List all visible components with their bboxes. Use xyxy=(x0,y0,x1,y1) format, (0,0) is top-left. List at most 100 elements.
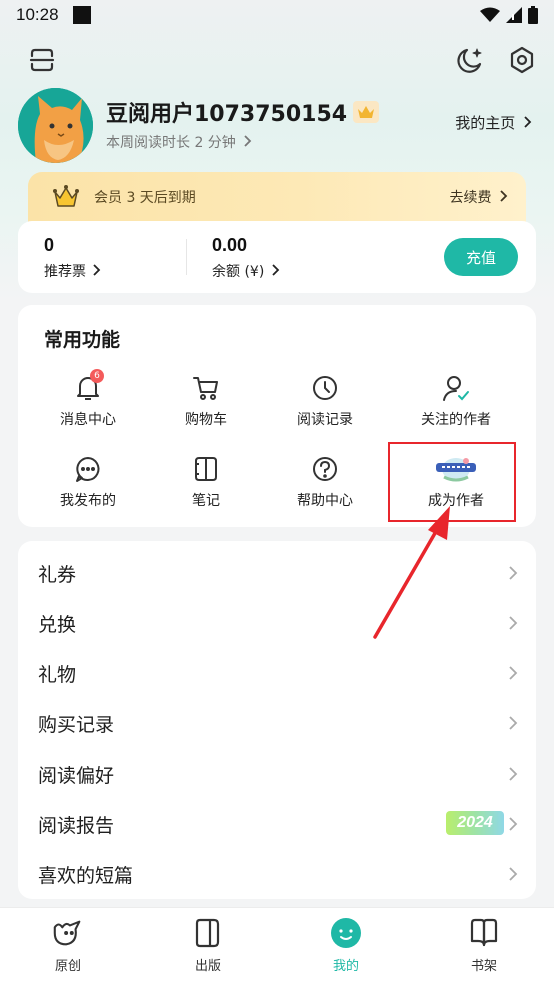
func-reading-history[interactable]: 阅读记录 xyxy=(265,373,385,443)
top-toolbar xyxy=(0,40,554,80)
nav-mine[interactable]: 我的 xyxy=(296,908,396,984)
renew-text: 去续费 xyxy=(449,190,492,206)
bottom-navigation: 原创 出版 我的 书架 xyxy=(0,907,554,984)
status-time: 10:28 xyxy=(16,5,59,24)
nav-publish[interactable]: 出版 xyxy=(158,908,258,984)
avatar[interactable] xyxy=(18,88,93,163)
menu-item-coupons[interactable]: 礼券 xyxy=(18,548,536,598)
func-label: 帮助中心 xyxy=(297,493,353,509)
chevron-right-icon xyxy=(244,135,252,147)
tickets-link[interactable]: 推荐票 xyxy=(44,261,101,281)
username: 豆阅用户1073750154 xyxy=(106,96,380,128)
menu-label: 喜欢的短篇 xyxy=(38,865,134,887)
nav-label: 出版 xyxy=(194,959,221,974)
user-check-icon xyxy=(442,373,470,403)
nav-original[interactable]: 原创 xyxy=(18,908,118,984)
func-label: 我发布的 xyxy=(60,493,116,509)
func-message-center[interactable]: 6 消息中心 xyxy=(28,369,148,443)
battery-icon xyxy=(528,6,538,24)
functions-title: 常用功能 xyxy=(44,329,121,351)
menu-label: 礼物 xyxy=(38,664,77,686)
status-bar: 10:28 xyxy=(0,0,554,30)
tickets-label: 推荐票 xyxy=(44,264,86,280)
homepage-text: 我的主页 xyxy=(455,114,516,132)
func-notes[interactable]: 笔记 xyxy=(146,454,266,524)
clock-icon xyxy=(311,373,339,403)
chevron-right-icon xyxy=(509,817,518,831)
nav-bookshelf[interactable]: 书架 xyxy=(434,908,534,984)
func-label: 购物车 xyxy=(185,412,227,428)
message-badge: 6 xyxy=(90,369,104,383)
wifi-icon xyxy=(480,7,500,22)
balance-link[interactable]: 余额 (¥) xyxy=(212,261,280,281)
menu-item-reading-report[interactable]: 阅读报告 2024 xyxy=(18,799,536,849)
chat-icon xyxy=(74,454,102,484)
menu-item-redeem[interactable]: 兑换 xyxy=(18,598,536,648)
func-cart[interactable]: 购物车 xyxy=(146,373,266,443)
menu-item-gifts[interactable]: 礼物 xyxy=(18,648,536,698)
menu-label: 礼券 xyxy=(38,564,77,586)
highlight-box xyxy=(388,442,516,522)
chevron-right-icon xyxy=(93,264,101,276)
smile-icon xyxy=(329,916,363,950)
balance-value: 0.00 xyxy=(212,235,248,255)
func-help-center[interactable]: 帮助中心 xyxy=(265,454,385,524)
menu-item-favorite-short-stories[interactable]: 喜欢的短篇 xyxy=(18,849,536,899)
wallet-divider xyxy=(186,239,187,275)
help-icon xyxy=(311,454,339,484)
menu-list: 礼券 兑换 礼物 购买记录 阅读偏好 阅读报告 2024 喜欢的短篇 xyxy=(18,541,536,899)
vip-expiry-text: 会员 3 天后到期 xyxy=(94,190,196,206)
func-label: 消息中心 xyxy=(60,412,116,428)
book-icon xyxy=(191,916,225,950)
chevron-right-icon xyxy=(509,716,518,730)
wallet-card: 0 推荐票 0.00 余额 (¥) 充值 xyxy=(18,221,536,293)
notification-icon xyxy=(72,6,91,24)
chevron-right-icon xyxy=(509,616,518,630)
menu-label: 兑换 xyxy=(38,614,77,636)
menu-item-purchase-history[interactable]: 购买记录 xyxy=(18,698,536,748)
tickets-value: 0 xyxy=(44,235,55,255)
profile-section: 豆阅用户1073750154 本周阅读时长 2 分钟 我的主页 xyxy=(18,88,538,168)
chevron-right-icon xyxy=(509,767,518,781)
chevron-right-icon xyxy=(509,566,518,580)
chevron-right-icon xyxy=(272,264,280,276)
read-time-text: 本周阅读时长 2 分钟 xyxy=(106,135,236,151)
status-icons xyxy=(480,6,538,24)
func-label: 阅读记录 xyxy=(297,412,353,428)
menu-item-reading-preference[interactable]: 阅读偏好 xyxy=(18,749,536,799)
chevron-right-icon xyxy=(524,116,532,128)
vip-banner[interactable]: 会员 3 天后到期 去续费 xyxy=(28,172,526,224)
nav-label: 书架 xyxy=(470,959,497,974)
renew-link[interactable]: 去续费 xyxy=(450,187,508,207)
func-label: 笔记 xyxy=(192,493,220,509)
menu-label: 阅读报告 xyxy=(38,815,115,837)
func-my-posts[interactable]: 我发布的 xyxy=(28,454,148,524)
username-text: 豆阅用户1073750154 xyxy=(106,102,348,127)
note-icon xyxy=(192,454,220,484)
year-badge: 2024 xyxy=(446,811,504,835)
func-label: 关注的作者 xyxy=(421,412,491,428)
crown-icon xyxy=(353,101,380,123)
vip-crown-icon xyxy=(53,185,79,207)
balance-label: 余额 (¥) xyxy=(212,264,265,280)
nav-label: 原创 xyxy=(54,959,81,974)
cart-icon xyxy=(192,373,220,403)
bird-icon xyxy=(51,916,85,950)
bell-icon: 6 xyxy=(74,369,104,403)
scan-icon[interactable] xyxy=(26,44,58,76)
chevron-right-icon xyxy=(509,666,518,680)
nav-label: 我的 xyxy=(332,959,359,974)
read-time[interactable]: 本周阅读时长 2 分钟 xyxy=(106,132,252,152)
func-followed-authors[interactable]: 关注的作者 xyxy=(396,373,516,443)
cat-avatar-icon xyxy=(18,88,93,163)
common-functions-card: 常用功能 6 消息中心 购物车 阅读记录 关注的作者 我发布的 笔记 帮助中心 … xyxy=(18,305,536,527)
menu-label: 阅读偏好 xyxy=(38,765,115,787)
settings-icon[interactable] xyxy=(506,44,538,76)
signal-icon xyxy=(506,7,522,23)
night-mode-icon[interactable] xyxy=(454,44,486,76)
my-homepage-link[interactable]: 我的主页 xyxy=(455,112,532,133)
recharge-button[interactable]: 充值 xyxy=(444,238,518,276)
chevron-right-icon xyxy=(509,867,518,881)
menu-label: 购买记录 xyxy=(38,714,115,736)
chevron-right-icon xyxy=(500,190,508,202)
